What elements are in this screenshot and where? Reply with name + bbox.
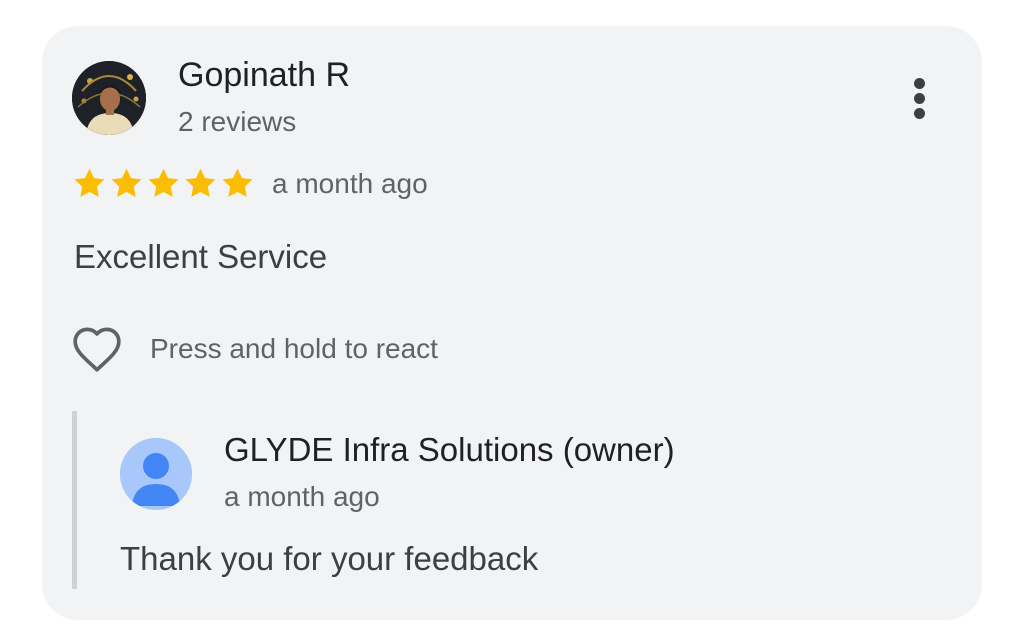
reply-divider	[72, 411, 77, 589]
owner-reply-timestamp: a month ago	[224, 481, 380, 512]
reviewer-avatar[interactable]	[72, 61, 146, 135]
star-icon	[146, 166, 181, 206]
react-button[interactable]: Press and hold to react	[70, 322, 438, 376]
more-options-button[interactable]	[900, 74, 940, 122]
owner-avatar[interactable]	[120, 438, 192, 510]
owner-reply-text: Thank you for your feedback	[120, 540, 539, 577]
more-vertical-icon	[914, 78, 925, 89]
reviewer-name[interactable]: Gopinath R	[178, 56, 350, 95]
heart-outline-icon[interactable]	[70, 325, 124, 373]
review-text: Excellent Service	[74, 238, 328, 275]
owner-name[interactable]: GLYDE Infra Solutions (owner)	[224, 431, 675, 469]
star-icon	[220, 166, 255, 206]
person-icon	[120, 438, 192, 510]
reviewer-review-count: 2 reviews	[178, 106, 297, 137]
react-label: Press and hold to react	[150, 333, 438, 364]
star-rating	[72, 166, 255, 206]
star-icon	[109, 166, 144, 206]
review-timestamp: a month ago	[272, 168, 428, 199]
star-icon	[72, 166, 107, 206]
star-icon	[183, 166, 218, 206]
review-card: Gopinath R 2 reviews a month ago Excelle…	[42, 26, 982, 620]
